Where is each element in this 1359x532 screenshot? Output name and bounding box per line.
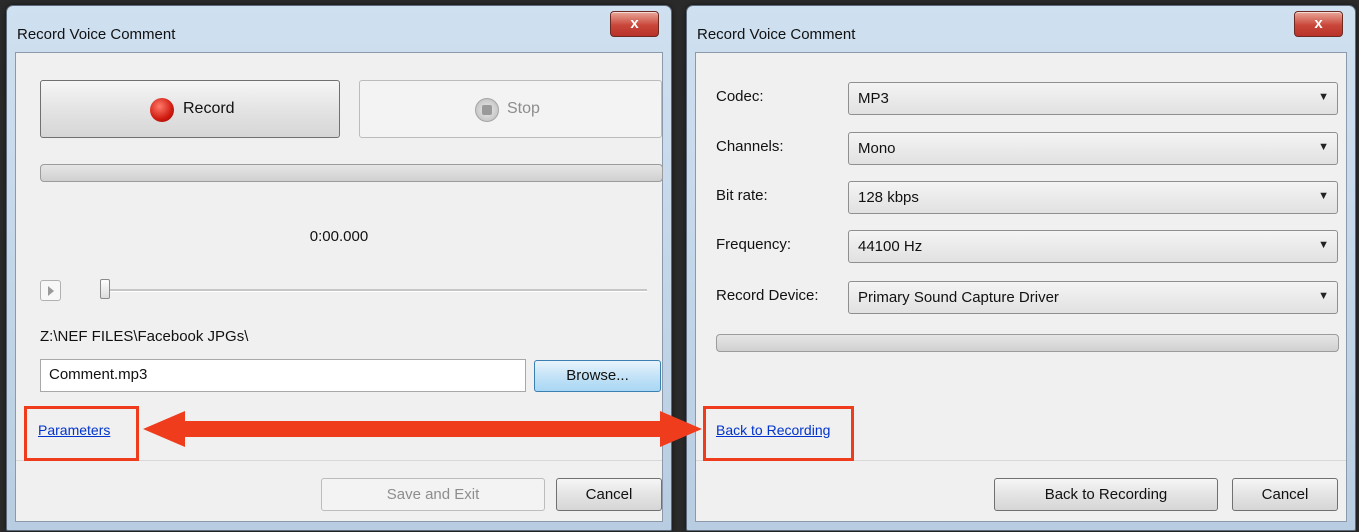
- double-arrow-annotation: [143, 411, 702, 447]
